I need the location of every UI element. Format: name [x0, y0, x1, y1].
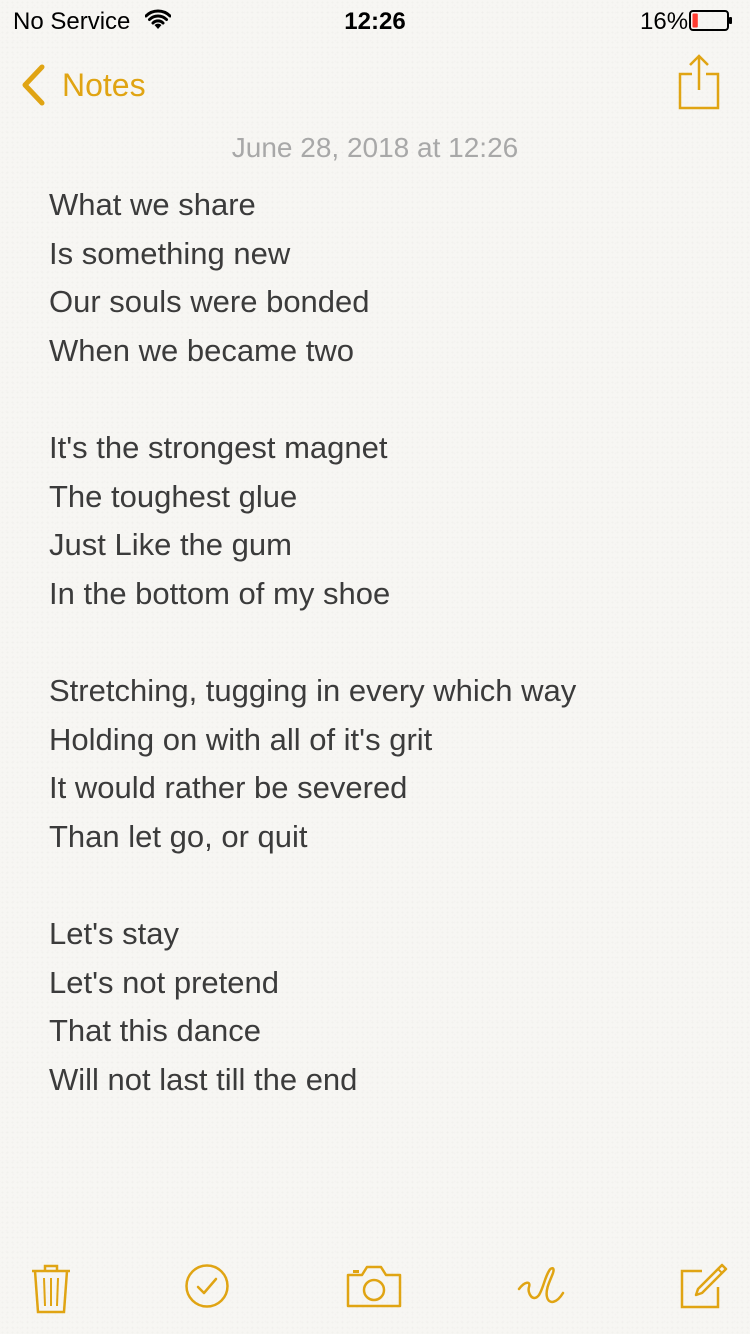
camera-button[interactable] — [345, 1263, 403, 1309]
note-line: Just Like the gum — [49, 527, 292, 563]
note-line: Is something new — [49, 235, 291, 271]
note-line: Let's stay — [49, 915, 179, 951]
note-line: The toughest glue — [49, 478, 298, 514]
nav-bar: Notes — [0, 50, 750, 120]
back-button[interactable]: Notes — [18, 62, 146, 108]
note-line: Than let go, or quit — [49, 818, 308, 854]
compose-button[interactable] — [678, 1263, 728, 1311]
sketch-button[interactable] — [517, 1263, 565, 1309]
checklist-button[interactable] — [184, 1263, 230, 1309]
note-date: June 28, 2018 at 12:26 — [231, 132, 519, 163]
delete-button[interactable] — [30, 1263, 72, 1315]
status-bar: No Service 12:26 16% — [0, 0, 750, 40]
note-line: Let's not pretend — [49, 964, 279, 1000]
note-line: That this dance — [49, 1013, 261, 1049]
share-button[interactable] — [678, 54, 720, 110]
checklist-icon — [185, 1264, 229, 1308]
note-line: Stretching, tugging in every which way — [49, 672, 577, 708]
note-line: When we became two — [49, 332, 354, 368]
note-line: It's the strongest magnet — [49, 429, 388, 465]
chevron-left-icon — [22, 64, 45, 106]
note-line: Our souls were bonded — [49, 284, 370, 320]
share-icon — [678, 54, 720, 110]
note-line: Will not last till the end — [49, 1061, 358, 1097]
note-line: What we share — [49, 187, 256, 222]
compose-icon — [680, 1263, 728, 1309]
camera-icon — [346, 1265, 402, 1308]
trash-icon — [32, 1264, 70, 1314]
note-body[interactable]: What we share Is something new Our souls… — [49, 181, 709, 1104]
sketch-icon — [517, 1267, 565, 1304]
back-button-label: Notes — [62, 66, 146, 103]
note-line: Holding on with all of it's grit — [49, 721, 433, 757]
battery-icon — [689, 10, 732, 31]
bottom-toolbar — [0, 1255, 750, 1334]
clock: 12:26 — [344, 8, 406, 35]
battery-percent: 16% — [640, 8, 689, 35]
note-line: In the bottom of my shoe — [49, 575, 391, 611]
note-line: It would rather be severed — [49, 770, 408, 806]
